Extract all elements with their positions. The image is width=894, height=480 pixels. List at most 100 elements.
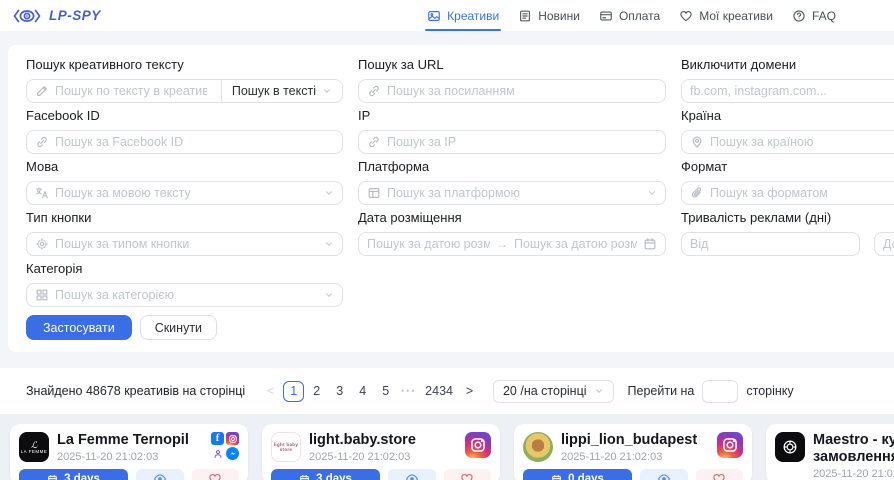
reset-button[interactable]: Скинути [140, 315, 217, 340]
ip-input[interactable] [387, 135, 657, 149]
filter-url: Пошук за URL [358, 57, 666, 103]
nav-label: Новини [538, 9, 580, 23]
date-to-input[interactable] [514, 237, 637, 251]
heart-icon [208, 472, 222, 480]
page-button-4[interactable]: 4 [352, 381, 373, 402]
field-label: Категорія [26, 261, 343, 277]
favorite-button[interactable] [192, 469, 239, 480]
creative-text-input[interactable] [55, 84, 207, 98]
duration-to-input[interactable] [883, 237, 894, 251]
page-button-5[interactable]: 5 [375, 381, 396, 402]
pagination: < 1 2 3 4 5 ••• 2434 > [259, 381, 481, 402]
advertiser-title[interactable]: Maestro - кухні, ме [813, 432, 894, 449]
calendar-icon [47, 474, 58, 480]
advertiser-title[interactable]: La Femme Ternopil [57, 432, 203, 449]
creatives-list: ℒ LA FEMME La Femme Ternopil 2025-11-20 … [0, 414, 894, 480]
page-button-3[interactable]: 3 [329, 381, 350, 402]
chevron-down-icon [324, 239, 334, 249]
advertiser-title-line2[interactable]: замовлення в Ужго [813, 449, 894, 466]
facebook-id-input[interactable] [55, 135, 334, 149]
view-button[interactable] [640, 469, 687, 480]
eye-icon [657, 472, 671, 480]
text-search-mode-select[interactable]: Пошук в тексті [221, 80, 342, 102]
field-label: Пошук за URL [358, 57, 666, 73]
view-button[interactable] [136, 469, 183, 480]
page-button-last[interactable]: 2434 [421, 381, 457, 402]
audience-network-icon[interactable] [211, 447, 224, 460]
prev-page-button[interactable]: < [260, 381, 281, 402]
results-summary: Знайдено 48678 креативів на сторінці [26, 384, 245, 398]
field-label: IP [358, 108, 666, 124]
filter-exclude-domains: Виключити домени [681, 57, 894, 103]
advertiser-title[interactable]: lippi_lion_budapest [561, 432, 709, 449]
mode-label: Пошук в тексті [232, 84, 316, 98]
heart-icon [712, 472, 726, 480]
nav-item-faq[interactable]: FAQ [792, 0, 836, 31]
instagram-icon[interactable] [226, 432, 239, 445]
date-from-input[interactable] [367, 237, 490, 251]
instagram-icon[interactable] [465, 432, 491, 458]
facebook-icon[interactable]: f [211, 432, 224, 445]
days-active-button[interactable]: 3 days [271, 469, 380, 480]
days-active-button[interactable]: 0 days [523, 469, 632, 480]
link-icon [367, 135, 381, 149]
url-input[interactable] [387, 84, 657, 98]
platform-input[interactable] [387, 186, 641, 200]
country-input[interactable] [710, 135, 894, 149]
goto-page-input[interactable] [702, 380, 738, 403]
creative-card: ℒ LA FEMME La Femme Ternopil 2025-11-20 … [10, 424, 248, 480]
nav-item-payment[interactable]: Оплата [599, 0, 660, 31]
exclude-domains-input[interactable] [690, 84, 894, 98]
advertiser-title[interactable]: light.baby.store [309, 432, 457, 449]
field-label: Тривалість реклами (дні) [681, 210, 894, 226]
view-button[interactable] [388, 469, 435, 480]
apply-button[interactable]: Застосувати [26, 315, 132, 340]
gear-icon [35, 237, 49, 251]
calendar-icon [643, 237, 657, 251]
results-bar: Знайдено 48678 креативів на сторінці < 1… [0, 368, 894, 414]
goto-suffix-label: сторінку [746, 384, 793, 398]
nav-item-creatives[interactable]: Креативи [427, 0, 499, 31]
nav-item-news[interactable]: Новини [518, 0, 580, 31]
top-navbar: LP-SPY Креативи Новини Опла [0, 0, 894, 31]
creative-date: 2025-11-20 21:02:03 [57, 451, 203, 463]
heart-icon [679, 9, 693, 23]
brand-emblem-icon [781, 438, 799, 456]
main-nav: Креативи Новини Оплата Мої креативи [427, 0, 836, 31]
category-input[interactable] [55, 288, 318, 302]
creative-date: 2025-11-20 21:02:03 [813, 468, 894, 480]
brand-logo[interactable]: LP-SPY [12, 7, 101, 25]
goto-prefix-label: Перейти на [628, 384, 695, 398]
pagination-ellipsis[interactable]: ••• [398, 381, 419, 402]
page-button-2[interactable]: 2 [306, 381, 327, 402]
field-label: Виключити домени [681, 57, 894, 73]
page-size-label: 20 /на сторінці [503, 384, 587, 398]
pencil-icon [35, 84, 49, 98]
credit-card-icon [599, 9, 613, 23]
brand-name: LP-SPY [49, 8, 101, 23]
nav-label: FAQ [812, 9, 836, 23]
instagram-icon[interactable] [717, 432, 743, 458]
heart-icon [460, 472, 474, 480]
field-label: Тип кнопки [26, 210, 343, 226]
duration-from-input[interactable] [690, 237, 851, 251]
filter-category: Категорія [26, 261, 343, 307]
button-type-input[interactable] [55, 237, 318, 251]
filter-button-type: Тип кнопки [26, 210, 343, 256]
format-input[interactable] [710, 186, 894, 200]
page-button-1[interactable]: 1 [283, 381, 304, 402]
language-input[interactable] [55, 186, 318, 200]
favorite-button[interactable] [696, 469, 743, 480]
favorite-button[interactable] [444, 469, 491, 480]
field-label: Facebook ID [26, 108, 343, 124]
days-active-button[interactable]: 3 days [19, 469, 128, 480]
link-icon [35, 135, 49, 149]
chevron-down-icon [322, 86, 332, 96]
next-page-button[interactable]: > [459, 381, 480, 402]
page-size-select[interactable]: 20 /на сторінці [493, 380, 614, 403]
filter-country: Країна [681, 108, 894, 154]
chevron-down-icon [594, 386, 604, 396]
nav-item-my-creatives[interactable]: Мої креативи [679, 0, 773, 31]
messenger-icon[interactable] [226, 447, 239, 460]
nav-label: Креативи [447, 9, 499, 23]
